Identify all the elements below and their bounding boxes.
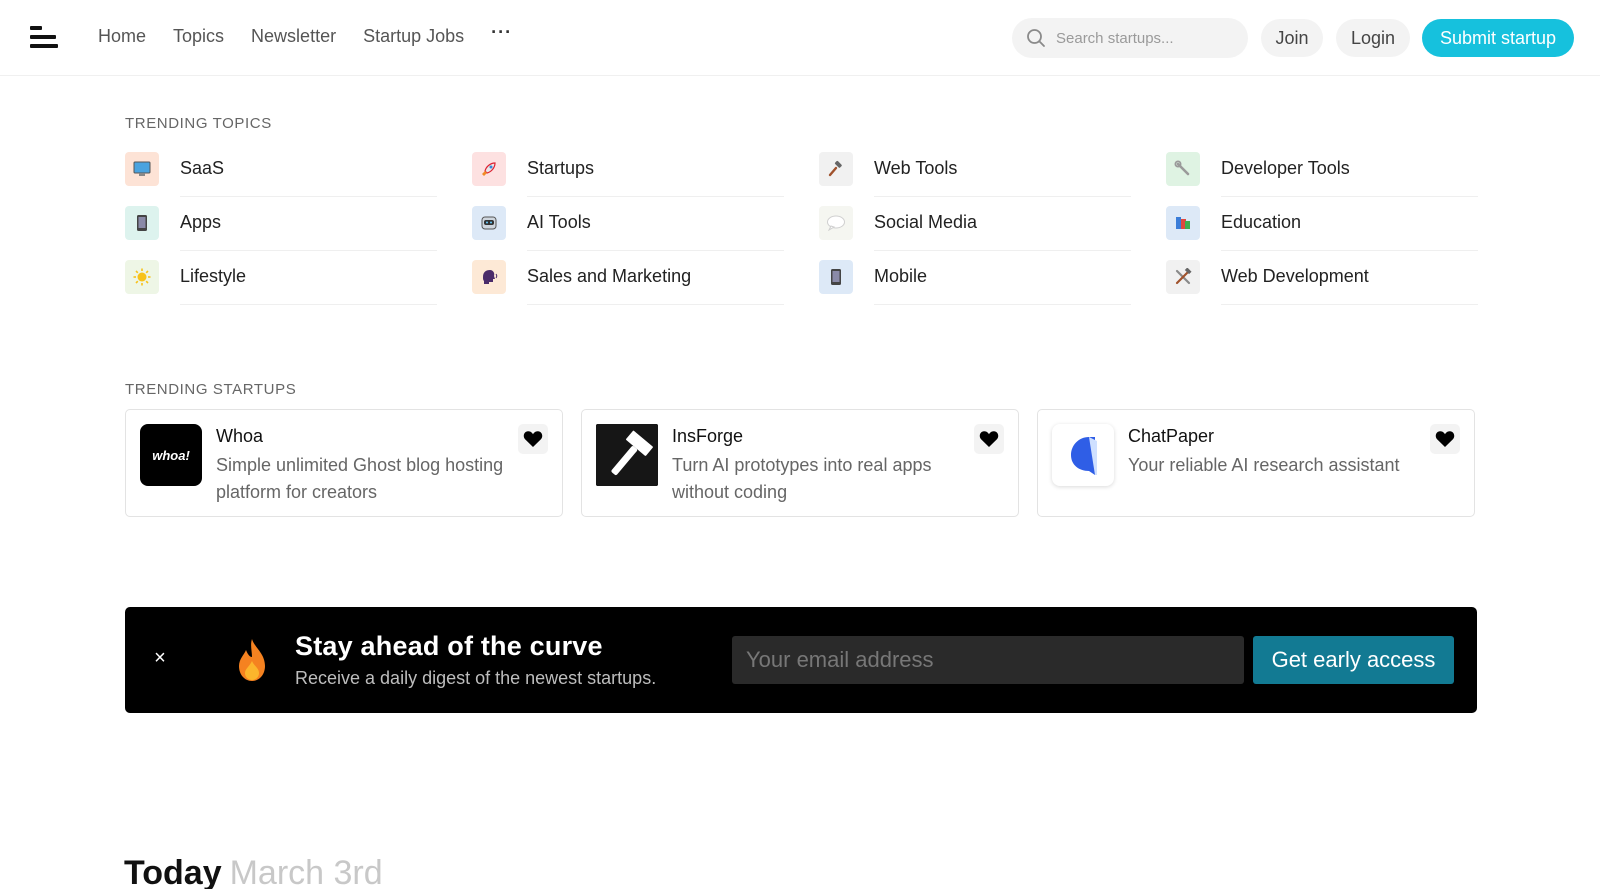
topic-developer-tools[interactable]: Developer Tools (1166, 152, 1478, 202)
newsletter-banner: × Stay ahead of the curve Receive a dail… (125, 607, 1477, 713)
nav-startup-jobs-link[interactable]: Startup Jobs (363, 26, 464, 47)
whoa-logo-text: whoa! (152, 447, 190, 463)
search-icon (1027, 29, 1045, 47)
hammer-logo (596, 424, 658, 486)
trending-topics-heading: TRENDING TOPICS (125, 115, 272, 132)
more-menu-icon[interactable]: ··· (491, 22, 512, 47)
topic-lifestyle[interactable]: Lifestyle (125, 260, 437, 310)
divider (527, 250, 784, 251)
rocket-icon (472, 152, 506, 186)
mobile-icon (819, 260, 853, 294)
divider (874, 304, 1131, 305)
topic-label: Web Tools (874, 158, 958, 178)
topic-web-tools[interactable]: Web Tools (819, 152, 1131, 202)
search-box (1012, 18, 1248, 58)
heart-icon (1435, 431, 1455, 447)
wrench-icon (1166, 152, 1200, 186)
startup-description: Turn AI prototypes into real apps withou… (672, 455, 932, 502)
computer-icon (125, 152, 159, 186)
menu-logo-icon[interactable] (30, 26, 58, 54)
divider (874, 250, 1131, 251)
newsletter-subtitle: Receive a daily digest of the newest sta… (295, 668, 657, 688)
favorite-button[interactable] (518, 424, 548, 454)
close-icon[interactable]: × (149, 647, 171, 669)
topic-social-media[interactable]: Social Media (819, 206, 1131, 256)
get-early-access-button[interactable]: Get early access (1253, 636, 1454, 684)
topic-apps[interactable]: Apps (125, 206, 437, 256)
divider (180, 250, 437, 251)
divider (1221, 250, 1478, 251)
divider (874, 196, 1131, 197)
email-field[interactable] (732, 636, 1244, 684)
nav-newsletter-link[interactable]: Newsletter (251, 26, 336, 47)
topic-sales-and-marketing[interactable]: Sales and Marketing (472, 260, 784, 310)
chatpaper-logo (1052, 424, 1114, 486)
divider (1221, 196, 1478, 197)
topic-ai-tools[interactable]: AI Tools (472, 206, 784, 256)
phone-icon (125, 206, 159, 240)
topic-label: Apps (180, 212, 222, 232)
speech-bubble-icon (819, 206, 853, 240)
fire-icon (239, 639, 265, 681)
submit-startup-button[interactable]: Submit startup (1422, 19, 1574, 57)
nav-home-link[interactable]: Home (98, 26, 146, 47)
topic-saas[interactable]: SaaS (125, 152, 437, 202)
today-date: March 3rd (229, 854, 383, 889)
divider (180, 196, 437, 197)
divider (527, 304, 784, 305)
books-icon (1166, 206, 1200, 240)
topic-startups[interactable]: Startups (472, 152, 784, 202)
startup-name[interactable]: InsForge (672, 426, 743, 447)
divider (527, 196, 784, 197)
main-nav: Home Topics Newsletter Startup Jobs ··· (98, 22, 512, 47)
search-input[interactable] (1056, 29, 1236, 47)
startup-description: Simple unlimited Ghost blog hosting plat… (216, 455, 504, 502)
trending-startups-heading: TRENDING STARTUPS (125, 381, 297, 398)
startup-card-insforge[interactable]: InsForge Turn AI prototypes into real ap… (581, 409, 1019, 517)
favorite-button[interactable] (1430, 424, 1460, 454)
startup-card-chatpaper[interactable]: ChatPaper Your reliable AI research assi… (1037, 409, 1475, 517)
topic-label: Web Development (1221, 266, 1369, 286)
divider (180, 304, 437, 305)
topic-label: Sales and Marketing (527, 266, 692, 286)
topic-label: AI Tools (527, 212, 591, 232)
topic-web-development[interactable]: Web Development (1166, 260, 1478, 310)
topic-label: Social Media (874, 212, 978, 232)
heart-icon (979, 431, 999, 447)
newsletter-title: Stay ahead of the curve (295, 631, 603, 661)
login-button[interactable]: Login (1336, 19, 1410, 57)
sun-icon (125, 260, 159, 294)
topic-mobile[interactable]: Mobile (819, 260, 1131, 310)
topic-label: Developer Tools (1221, 158, 1350, 178)
speaking-head-icon (472, 260, 506, 294)
whoa-logo: whoa! (140, 424, 202, 486)
topic-label: Lifestyle (180, 266, 247, 286)
tools-icon (1166, 260, 1200, 294)
topic-label: Education (1221, 212, 1302, 232)
startup-name[interactable]: Whoa (216, 426, 263, 447)
join-button[interactable]: Join (1261, 19, 1323, 57)
favorite-button[interactable] (974, 424, 1004, 454)
topic-label: Mobile (874, 266, 928, 286)
divider (1221, 304, 1478, 305)
today-label: Today (124, 854, 222, 889)
topic-label: SaaS (180, 158, 225, 178)
topic-label: Startups (527, 158, 595, 178)
startup-description: Your reliable AI research assistant (1128, 455, 1400, 475)
top-header: Home Topics Newsletter Startup Jobs ··· … (0, 0, 1600, 76)
startup-name[interactable]: ChatPaper (1128, 426, 1214, 447)
heart-icon (523, 431, 543, 447)
topic-education[interactable]: Education (1166, 206, 1478, 256)
hammer-icon (819, 152, 853, 186)
startup-card-whoa[interactable]: whoa! Whoa Simple unlimited Ghost blog h… (125, 409, 563, 517)
today-heading: Today March 3rd (124, 854, 383, 889)
nav-topics-link[interactable]: Topics (173, 26, 224, 47)
robot-icon (472, 206, 506, 240)
